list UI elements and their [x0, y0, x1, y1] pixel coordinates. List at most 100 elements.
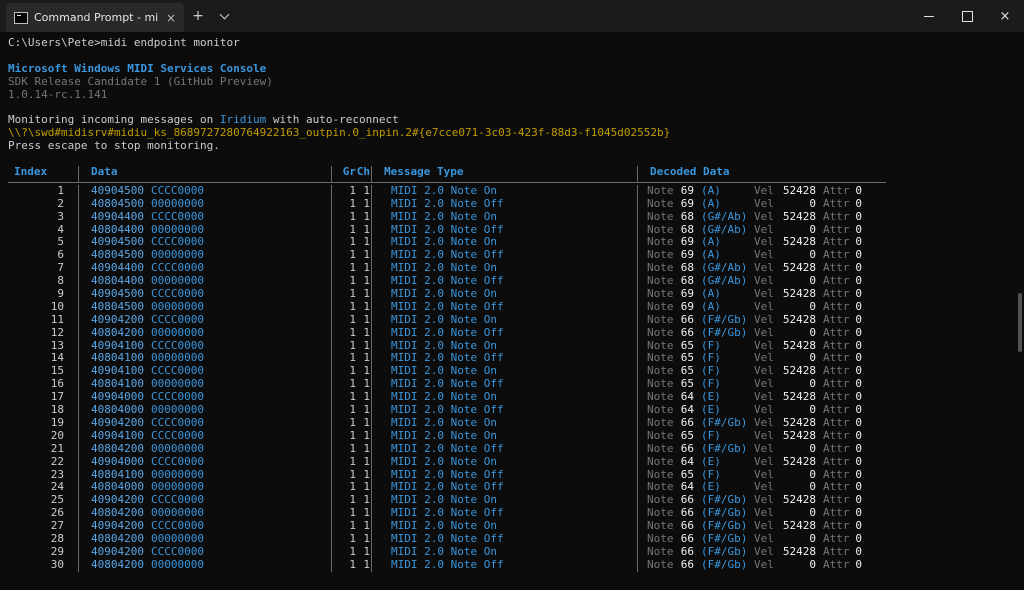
data-word2: CCCC0000 [151, 261, 204, 274]
tab-dropdown-button[interactable] [212, 0, 236, 32]
maximize-button[interactable] [948, 0, 986, 32]
attr-label: Attr [816, 314, 849, 327]
data-word1: 40804200 [91, 506, 144, 519]
data-word2: 00000000 [151, 326, 204, 339]
message-type: MIDI 2.0 Note On [371, 314, 637, 327]
note-label: Note [647, 211, 674, 224]
data-word2: 00000000 [151, 442, 204, 455]
row-decoded: Note69(A)Vel0Attr0 [637, 301, 886, 314]
minimize-icon [924, 16, 934, 17]
data-word2: 00000000 [151, 532, 204, 545]
row-index: 21 [8, 443, 78, 456]
data-word1: 40904500 [91, 235, 144, 248]
attr-value: 0 [849, 288, 862, 301]
note-label: Note [647, 198, 674, 211]
vel-label: Vel [754, 185, 776, 198]
minimize-button[interactable] [910, 0, 948, 32]
ch-value: 1 [356, 559, 370, 572]
ch-value: 1 [356, 198, 370, 211]
row-index: 16 [8, 378, 78, 391]
row-index: 22 [8, 456, 78, 469]
data-word1: 40804500 [91, 197, 144, 210]
ch-value: 1 [356, 314, 370, 327]
note-name: (F#/Gb) [694, 327, 754, 340]
tab-close-icon[interactable]: × [164, 12, 178, 24]
ch-value: 1 [356, 301, 370, 314]
command-prompt-icon [14, 12, 28, 24]
message-type: MIDI 2.0 Note On [371, 417, 637, 430]
scrollbar-thumb[interactable] [1018, 293, 1022, 352]
note-name: (A) [694, 301, 754, 314]
attr-label: Attr [816, 533, 849, 546]
attr-value: 0 [849, 417, 862, 430]
data-word2: CCCC0000 [151, 364, 204, 377]
gr-value: 1 [332, 185, 356, 198]
vel-label: Vel [754, 456, 776, 469]
note-name: (A) [694, 288, 754, 301]
row-grch: 11 [331, 546, 371, 559]
terminal-content[interactable]: C:\Users\Pete>midi endpoint monitor Micr… [0, 32, 1024, 590]
message-type: MIDI 2.0 Note On [371, 185, 637, 198]
row-index: 15 [8, 365, 78, 378]
attr-value: 0 [849, 301, 862, 314]
data-word2: 00000000 [151, 468, 204, 481]
gr-value: 1 [332, 456, 356, 469]
data-word1: 40904400 [91, 210, 144, 223]
row-grch: 11 [331, 198, 371, 211]
row-grch: 11 [331, 301, 371, 314]
vel-label: Vel [754, 546, 776, 559]
row-grch: 11 [331, 211, 371, 224]
close-button[interactable]: × [986, 0, 1024, 32]
row-index: 3 [8, 211, 78, 224]
row-index: 23 [8, 469, 78, 482]
row-decoded: Note64(E)Vel0Attr0 [637, 404, 886, 417]
row-index: 4 [8, 224, 78, 237]
data-word1: 40804200 [91, 442, 144, 455]
note-number: 68 [674, 211, 694, 224]
version-line: 1.0.14-rc.1.141 [8, 89, 1024, 102]
attr-value: 0 [849, 430, 862, 443]
data-word1: 40904400 [91, 261, 144, 274]
titlebar-drag-area [236, 0, 910, 32]
vel-value: 52428 [776, 288, 816, 301]
attr-label: Attr [816, 327, 849, 340]
row-index: 5 [8, 236, 78, 249]
gr-value: 1 [332, 546, 356, 559]
data-word2: 00000000 [151, 197, 204, 210]
vel-value: 0 [776, 198, 816, 211]
col-header-grch: GrCh [331, 166, 371, 182]
blank-line [8, 50, 1024, 63]
vel-label: Vel [754, 559, 776, 572]
row-index: 18 [8, 404, 78, 417]
row-index: 8 [8, 275, 78, 288]
vel-value: 52428 [776, 185, 816, 198]
data-word1: 40904200 [91, 493, 144, 506]
row-grch: 11 [331, 559, 371, 572]
vel-value: 52428 [776, 211, 816, 224]
row-index: 1 [8, 185, 78, 198]
terminal-tab[interactable]: Command Prompt - midi end × [6, 3, 184, 32]
new-tab-button[interactable]: + [184, 0, 212, 32]
data-word1: 40904200 [91, 416, 144, 429]
gr-value: 1 [332, 288, 356, 301]
row-index: 25 [8, 494, 78, 507]
message-type: MIDI 2.0 Note Off [371, 533, 637, 546]
data-word1: 40904200 [91, 313, 144, 326]
row-index: 13 [8, 340, 78, 353]
col-header-message: Message Type [371, 166, 637, 182]
row-grch: 11 [331, 456, 371, 469]
data-word2: 00000000 [151, 274, 204, 287]
message-type: MIDI 2.0 Note Off [371, 404, 637, 417]
table-header-row: Index Data GrCh Message Type Decoded Dat… [8, 166, 886, 183]
scrollbar[interactable] [1016, 32, 1024, 590]
data-word1: 40904100 [91, 339, 144, 352]
data-word1: 40804100 [91, 468, 144, 481]
data-word2: CCCC0000 [151, 429, 204, 442]
terminal-window: Command Prompt - midi end × + × C:\Users… [0, 0, 1024, 590]
data-word1: 40804200 [91, 326, 144, 339]
vel-value: 52428 [776, 314, 816, 327]
row-index: 12 [8, 327, 78, 340]
col-header-decoded: Decoded Data [637, 166, 886, 182]
data-word2: CCCC0000 [151, 519, 204, 532]
row-index: 26 [8, 507, 78, 520]
